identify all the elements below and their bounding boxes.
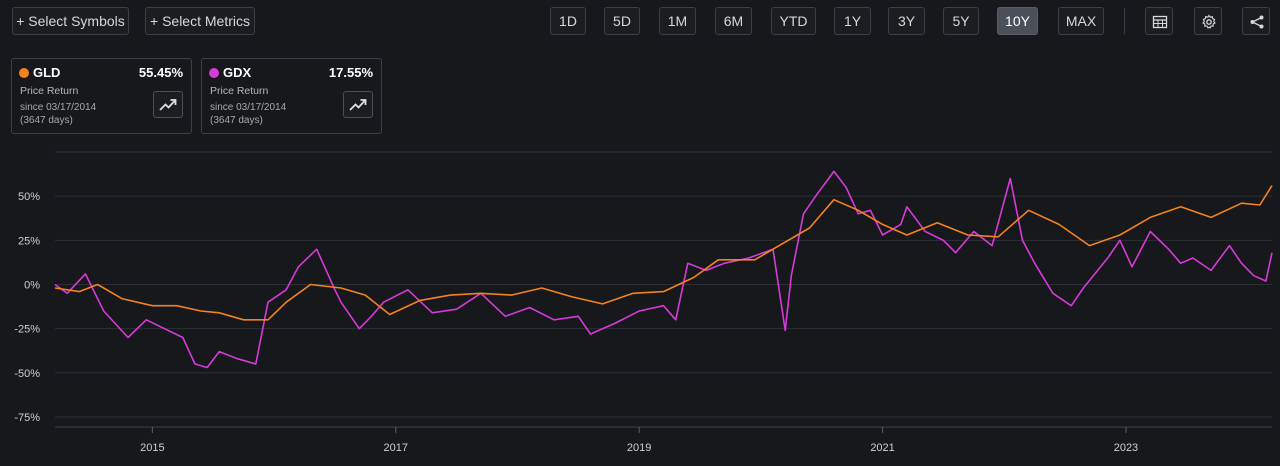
symbol-card-gdx[interactable]: GDX 17.55% Price Return since 03/17/2014…	[201, 58, 382, 134]
y-tick-label: -75%	[14, 412, 40, 424]
y-tick-label: -50%	[14, 368, 40, 380]
range-1m-button[interactable]: 1M	[659, 7, 696, 35]
range-ytd-button[interactable]: YTD	[771, 7, 816, 35]
card-days: (3647 days)	[210, 115, 263, 126]
x-tick-label: 2019	[627, 442, 651, 454]
symbol-card-gld[interactable]: GLD 55.45% Price Return since 03/17/2014…	[11, 58, 192, 134]
range-max-button[interactable]: MAX	[1058, 7, 1104, 35]
y-tick-label: 50%	[18, 191, 40, 203]
series-line-gld	[54, 185, 1273, 321]
range-1y-button[interactable]: 1Y	[834, 7, 871, 35]
table-view-button[interactable]	[1145, 7, 1173, 35]
series-color-dot	[209, 68, 219, 78]
toolbar-divider	[1124, 8, 1125, 34]
range-10y-button[interactable]: 10Y	[997, 7, 1038, 35]
select-metrics-button[interactable]: + Select Metrics	[145, 7, 255, 35]
x-tick-label: 2021	[870, 442, 894, 454]
card-ticker: GDX	[223, 65, 252, 80]
series-line-gdx	[54, 170, 1273, 369]
card-days: (3647 days)	[20, 115, 73, 126]
settings-button[interactable]	[1194, 7, 1222, 35]
table-icon	[1152, 15, 1168, 29]
y-tick-label: 25%	[18, 235, 40, 247]
trend-button[interactable]	[343, 91, 373, 118]
y-tick-label: -25%	[14, 324, 40, 336]
share-icon	[1250, 15, 1264, 29]
x-tick-label: 2017	[384, 442, 408, 454]
select-symbols-button[interactable]: + Select Symbols	[12, 7, 129, 35]
card-return: 55.45%	[138, 65, 183, 80]
range-6m-button[interactable]: 6M	[715, 7, 752, 35]
range-3y-button[interactable]: 3Y	[888, 7, 925, 35]
card-ticker: GLD	[33, 65, 61, 80]
gear-icon	[1202, 14, 1216, 29]
card-return: 17.55%	[328, 65, 373, 80]
range-1d-button[interactable]: 1D	[550, 7, 586, 35]
range-5d-button[interactable]: 5D	[604, 7, 640, 35]
trend-up-icon	[159, 99, 177, 111]
trend-up-icon	[349, 99, 367, 111]
card-metric: Price Return	[210, 85, 269, 97]
trend-button[interactable]	[153, 91, 183, 118]
share-button[interactable]	[1242, 7, 1270, 35]
price-return-chart[interactable]: 50% 25% 0% -25% -50% -75% 2015 2017 2019 2021 2023	[0, 140, 1280, 466]
range-5y-button[interactable]: 5Y	[943, 7, 979, 35]
card-since: since 03/17/2014	[210, 102, 287, 113]
x-tick-label: 2023	[1114, 442, 1138, 454]
series-color-dot	[19, 68, 29, 78]
card-since: since 03/17/2014	[20, 102, 97, 113]
top-toolbar: + Select Symbols + Select Metrics 1D 5D …	[0, 0, 1280, 44]
x-tick-label: 2015	[140, 442, 164, 454]
y-tick-label: 0%	[24, 280, 40, 292]
card-metric: Price Return	[20, 85, 79, 97]
